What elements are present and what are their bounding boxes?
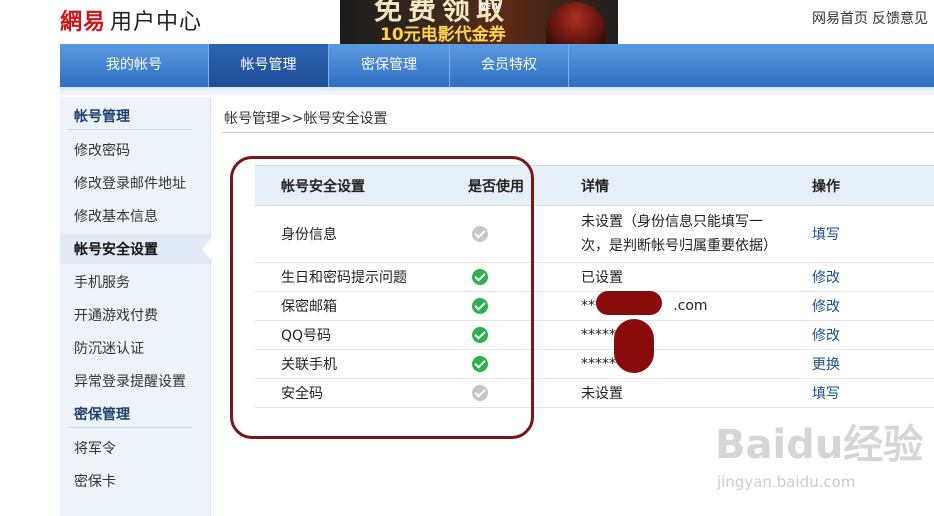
nav-underline (60, 87, 934, 95)
row-detail-line2: 次，是判断帐号归属重要依据） (581, 238, 777, 254)
sidebar-item-security-card[interactable]: 密保卡 (74, 471, 116, 491)
col-header-action: 操作 (812, 165, 934, 206)
tab-security-management[interactable]: 密保管理 (329, 44, 449, 87)
row-action-link[interactable]: 填写 (812, 386, 840, 402)
tab-my-account[interactable]: 我的帐号 (60, 44, 208, 87)
table-row: 保密邮箱 *** .com 修改 (255, 291, 934, 321)
table-row: 生日和密码提示问题 已设置 修改 (255, 262, 934, 292)
main-nav: 我的帐号 帐号管理 密保管理 会员特权 (60, 44, 934, 87)
row-action-cell: 修改 (812, 320, 934, 350)
sidebar-item-token[interactable]: 将军令 (74, 438, 116, 458)
nav-divider (568, 44, 569, 87)
row-action-cell: 填写 (812, 205, 934, 263)
sidebar-item-game-payment[interactable]: 开通游戏付费 (74, 305, 158, 325)
row-action-cell: 更换 (812, 349, 934, 379)
sidebar-item-change-login-email[interactable]: 修改登录邮件地址 (74, 173, 186, 193)
table-row: 关联手机 ******* 更换 (255, 349, 934, 379)
row-detail-line1: 未设置（身份信息只能填写一 (581, 214, 763, 230)
sidebar-item-anti-addiction[interactable]: 防沉迷认证 (74, 338, 144, 358)
new-badge: NEW (479, 2, 500, 11)
row-status-cell (467, 349, 581, 379)
row-action-link[interactable]: 更换 (812, 357, 840, 373)
table-header-row: 帐号安全设置 是否使用 详情 操作 (255, 165, 934, 206)
row-action-link[interactable]: 修改 (812, 328, 840, 344)
row-item-label: 保密邮箱 (255, 291, 467, 321)
row-item-label: 生日和密码提示问题 (255, 262, 467, 292)
row-action-link[interactable]: 填写 (812, 227, 840, 243)
col-header-detail: 详情 (581, 165, 812, 206)
sidebar-divider (68, 129, 192, 130)
watermark-logo: Baidu经验 (715, 422, 924, 468)
tab-member-privileges[interactable]: 会员特权 (450, 44, 568, 87)
security-settings-table: 帐号安全设置 是否使用 详情 操作 身份信息 未设置（身份信息只能填写一 次，是判… (255, 165, 934, 408)
row-action-cell: 修改 (812, 291, 934, 321)
tab-account-management[interactable]: 帐号管理 (209, 44, 328, 87)
breadcrumb-current: 帐号安全设置 (303, 111, 388, 127)
row-action-link[interactable]: 修改 (812, 299, 840, 315)
breadcrumb-divider (222, 132, 934, 133)
row-item-label: 身份信息 (255, 205, 467, 263)
feedback-link[interactable]: 反馈意见 (872, 11, 928, 27)
col-header-enabled: 是否使用 (467, 165, 581, 206)
sidebar-item-security-settings[interactable]: 帐号安全设置 (74, 239, 158, 259)
breadcrumb-parent[interactable]: 帐号管理 (224, 111, 280, 127)
col-header-setting: 帐号安全设置 (255, 165, 467, 206)
row-item-label: QQ号码 (255, 320, 467, 350)
breadcrumb-separator: >> (280, 111, 304, 127)
breadcrumb: 帐号管理>>帐号安全设置 (224, 108, 387, 128)
row-action-cell: 填写 (812, 378, 934, 408)
sidebar-item-edit-basic-info[interactable]: 修改基本信息 (74, 206, 158, 226)
table-row: QQ号码 *******1 修改 (255, 320, 934, 350)
logo-title: 用户中心 (110, 10, 203, 35)
sidebar-active-arrow (202, 237, 212, 261)
sidebar-item-login-alert[interactable]: 异常登录提醒设置 (74, 371, 186, 391)
sidebar-item-mobile-service[interactable]: 手机服务 (74, 272, 130, 292)
row-status-cell (467, 291, 581, 321)
home-link[interactable]: 网易首页 (812, 11, 868, 27)
sidebar-section-account-management: 帐号管理 (74, 109, 130, 125)
sidebar-item-change-password[interactable]: 修改密码 (74, 140, 130, 160)
table-row: 安全码 未设置 填写 (255, 378, 934, 408)
check-disabled-icon (472, 385, 488, 401)
row-action-cell: 修改 (812, 262, 934, 292)
check-enabled-icon (472, 269, 488, 285)
check-enabled-icon (472, 298, 488, 314)
row-item-label: 关联手机 (255, 349, 467, 379)
check-enabled-icon (472, 356, 488, 372)
table-row: 身份信息 未设置（身份信息只能填写一 次，是判断帐号归属重要依据） 填写 (255, 205, 934, 263)
banner-subline: 10元电影代金券 (380, 25, 506, 44)
top-links: 网易首页 反馈意见 (808, 8, 928, 28)
row-status-cell (467, 205, 581, 263)
email-redaction-mark (596, 291, 662, 315)
sidebar-divider (68, 427, 192, 428)
header: 網易 用户中心 免费领取 10元电影代金券 网易首页 反馈意见 (0, 0, 934, 44)
row-detail: 未设置 (581, 378, 812, 408)
banner-figure-image (546, 2, 606, 44)
phone-redaction-mark (614, 319, 654, 373)
logo-brand: 網易 (60, 9, 107, 35)
sidebar: 帐号管理 修改密码 修改登录邮件地址 修改基本信息 帐号安全设置 手机服务 开通… (60, 97, 212, 516)
check-disabled-icon (472, 226, 488, 242)
row-detail: 未设置（身份信息只能填写一 次，是判断帐号归属重要依据） (581, 205, 812, 263)
row-detail: 已设置 (581, 262, 812, 292)
row-status-cell (467, 262, 581, 292)
check-enabled-icon (472, 327, 488, 343)
sidebar-section-security-management: 密保管理 (74, 407, 130, 423)
watermark-url: jingyan.baidu.com (717, 473, 856, 491)
row-status-cell (467, 320, 581, 350)
row-action-link[interactable]: 修改 (812, 270, 840, 286)
row-status-cell (467, 378, 581, 408)
logo[interactable]: 網易 用户中心 (60, 4, 202, 36)
row-item-label: 安全码 (255, 378, 467, 408)
